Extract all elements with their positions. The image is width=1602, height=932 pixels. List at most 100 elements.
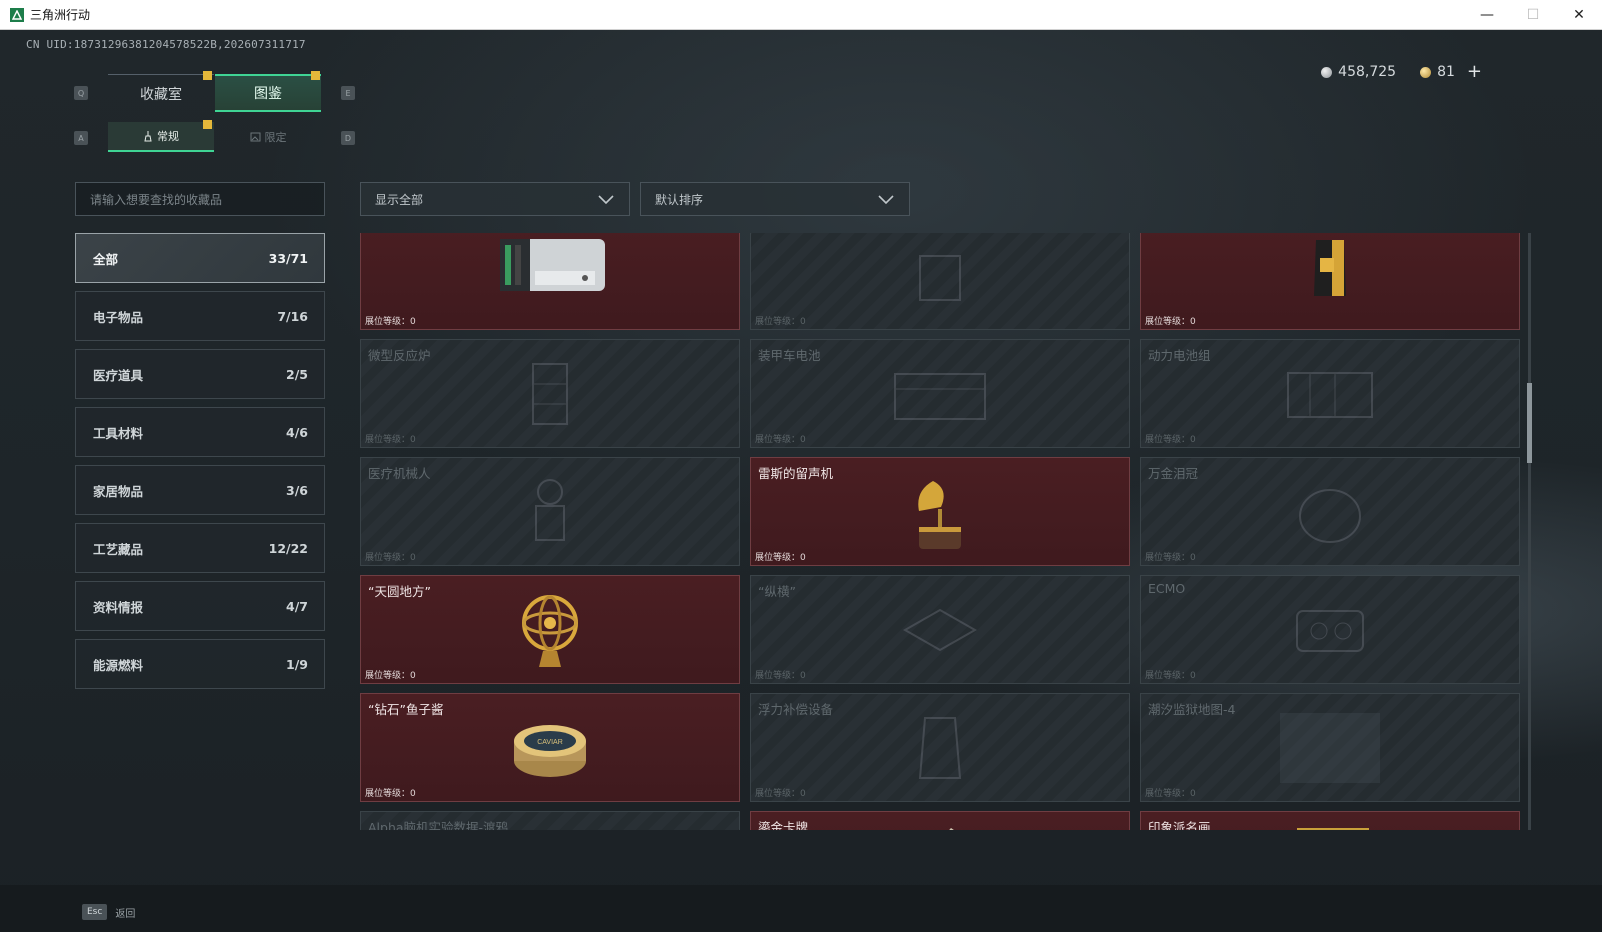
- category-electronics[interactable]: 电子物品 7/16: [75, 291, 325, 341]
- maximize-button[interactable]: ☐: [1510, 0, 1556, 30]
- gramophone-icon: [918, 480, 961, 549]
- filter-dropdown-value: 显示全部: [375, 192, 424, 207]
- category-count: 4/6: [286, 424, 308, 440]
- sort-dropdown[interactable]: 默认排序: [640, 182, 910, 216]
- item-name: 印象派名画: [1148, 820, 1211, 830]
- category-crafts[interactable]: 工艺藏品 12/22: [75, 523, 325, 573]
- item-name: “纵横”: [758, 584, 796, 599]
- category-household[interactable]: 家居物品 3/6: [75, 465, 325, 515]
- item-level: 展位等级：0: [1145, 435, 1196, 445]
- item-name: “天圆地方”: [368, 584, 431, 599]
- bcd-vest-icon: [918, 716, 962, 779]
- grid-scrollbar[interactable]: [1528, 233, 1531, 830]
- item-name: 万金泪冠: [1148, 466, 1199, 481]
- item-card[interactable]: ECMO 展位等级：0: [1140, 575, 1520, 684]
- item-card[interactable]: 展位等级：0: [750, 233, 1130, 330]
- armillary-sphere-icon: [522, 594, 578, 667]
- item-card[interactable]: 展位等级：0: [1140, 233, 1520, 330]
- item-name: 微型反应炉: [368, 348, 431, 363]
- item-level: 展位等级：0: [755, 671, 806, 681]
- item-level: 展位等级：0: [755, 317, 806, 327]
- category-energy[interactable]: 能源燃料 1/9: [75, 639, 325, 689]
- item-name: Alpha脑机实验数据-渡鸦: [368, 820, 509, 830]
- category-intel[interactable]: 资料情报 4/7: [75, 581, 325, 631]
- item-level: 展位等级：0: [365, 789, 416, 799]
- svg-text:CAVIAR: CAVIAR: [537, 739, 563, 746]
- notification-marker: [311, 71, 320, 80]
- silver-coin-icon: [1321, 66, 1333, 78]
- back-label: 返回: [115, 908, 136, 920]
- item-card[interactable]: 潮汐监狱地图-4 展位等级：0: [1140, 693, 1520, 802]
- item-card[interactable]: “钻石”鱼子酱 CAVIAR 展位等级：0: [360, 693, 740, 802]
- item-card[interactable]: 鎏金卡牌: [750, 811, 1130, 830]
- item-card[interactable]: 医疗机械人 展位等级：0: [360, 457, 740, 566]
- item-card[interactable]: 浮力补偿设备 展位等级：0: [750, 693, 1130, 802]
- item-name: 浮力补偿设备: [758, 702, 834, 717]
- silver-amount: 458,725: [1338, 64, 1397, 80]
- category-count: 4/7: [286, 598, 308, 614]
- battery-pack-icon: [1287, 371, 1373, 418]
- category-label: 能源燃料: [93, 657, 144, 673]
- item-card[interactable]: 装甲车电池 展位等级：0: [750, 339, 1130, 448]
- category-label: 工具材料: [93, 425, 144, 441]
- currency-bar: 458,725 81 +: [1321, 63, 1482, 81]
- subtab-limited[interactable]: 限定: [215, 122, 321, 152]
- category-count: 3/6: [286, 482, 308, 498]
- key-hint-next-tab: E: [341, 86, 355, 100]
- item-card[interactable]: 展位等级：0: [360, 233, 740, 330]
- item-level: 展位等级：0: [365, 671, 416, 681]
- item-card[interactable]: Alpha脑机实验数据-渡鸦: [360, 811, 740, 830]
- item-card[interactable]: 动力电池组 展位等级：0: [1140, 339, 1520, 448]
- category-label: 全部: [93, 251, 119, 267]
- esc-key-hint: Esc: [82, 904, 108, 920]
- subtab-regular[interactable]: 常规: [108, 122, 214, 152]
- item-name: 鎏金卡牌: [758, 820, 809, 830]
- item-card[interactable]: 印象派名画: [1140, 811, 1520, 830]
- add-currency-button[interactable]: +: [1467, 63, 1482, 81]
- item-card[interactable]: 雷斯的留声机 展位等级：0: [750, 457, 1130, 566]
- chevron-down-icon: [598, 195, 614, 205]
- item-card[interactable]: “纵横” 展位等级：0: [750, 575, 1130, 684]
- chevron-down-icon: [878, 195, 894, 205]
- notification-marker: [203, 120, 212, 129]
- board-game-icon: [902, 608, 978, 651]
- search-input[interactable]: 请输入想要查找的收藏品: [75, 182, 325, 216]
- item-name: 装甲车电池: [758, 348, 821, 363]
- category-medical[interactable]: 医疗道具 2/5: [75, 349, 325, 399]
- category-count: 2/5: [286, 366, 308, 382]
- category-all[interactable]: 全部 33/71: [75, 233, 325, 283]
- minimize-button[interactable]: —: [1464, 0, 1510, 30]
- category-label: 医疗道具: [93, 367, 144, 383]
- coffee-bag-icon: [1314, 239, 1346, 296]
- item-name: “钻石”鱼子酱: [368, 702, 444, 717]
- item-level: 展位等级：0: [755, 553, 806, 563]
- item-level: 展位等级：0: [365, 553, 416, 563]
- tab-catalog[interactable]: 图鉴: [215, 74, 321, 112]
- item-card[interactable]: “天圆地方” 展位等级：0: [360, 575, 740, 684]
- item-level: 展位等级：0: [1145, 671, 1196, 681]
- grid-scrollbar-thumb[interactable]: [1527, 383, 1532, 463]
- tab-collection-room[interactable]: 收藏室: [108, 74, 214, 112]
- window-titlebar: 三角洲行动 — ☐ ✕: [0, 0, 1602, 30]
- item-card[interactable]: 万金泪冠 展位等级：0: [1140, 457, 1520, 566]
- category-label: 家居物品: [93, 483, 144, 499]
- item-level: 展位等级：0: [755, 435, 806, 445]
- gold-coin-icon: [1420, 66, 1432, 78]
- gold-amount: 81: [1437, 64, 1455, 80]
- key-hint-prev-tab: Q: [74, 86, 88, 100]
- sort-dropdown-value: 默认排序: [655, 192, 704, 207]
- game-viewport: CN UID:18731296381204578522B,20260731171…: [0, 30, 1602, 932]
- window-controls: — ☐ ✕: [1464, 0, 1602, 30]
- generic-item-icon: [919, 254, 961, 301]
- item-level: 展位等级：0: [365, 317, 416, 327]
- close-button[interactable]: ✕: [1556, 0, 1602, 30]
- item-name: 潮汐监狱地图-4: [1148, 702, 1236, 717]
- back-button[interactable]: Esc 返回: [82, 904, 135, 920]
- app-icon: [10, 7, 24, 22]
- category-count: 7/16: [277, 308, 308, 324]
- battery-icon: [894, 372, 986, 420]
- category-tools[interactable]: 工具材料 4/6: [75, 407, 325, 457]
- item-card[interactable]: 微型反应炉 展位等级：0: [360, 339, 740, 448]
- uid-label: CN UID:18731296381204578522B,20260731171…: [26, 38, 306, 51]
- filter-dropdown[interactable]: 显示全部: [360, 182, 630, 216]
